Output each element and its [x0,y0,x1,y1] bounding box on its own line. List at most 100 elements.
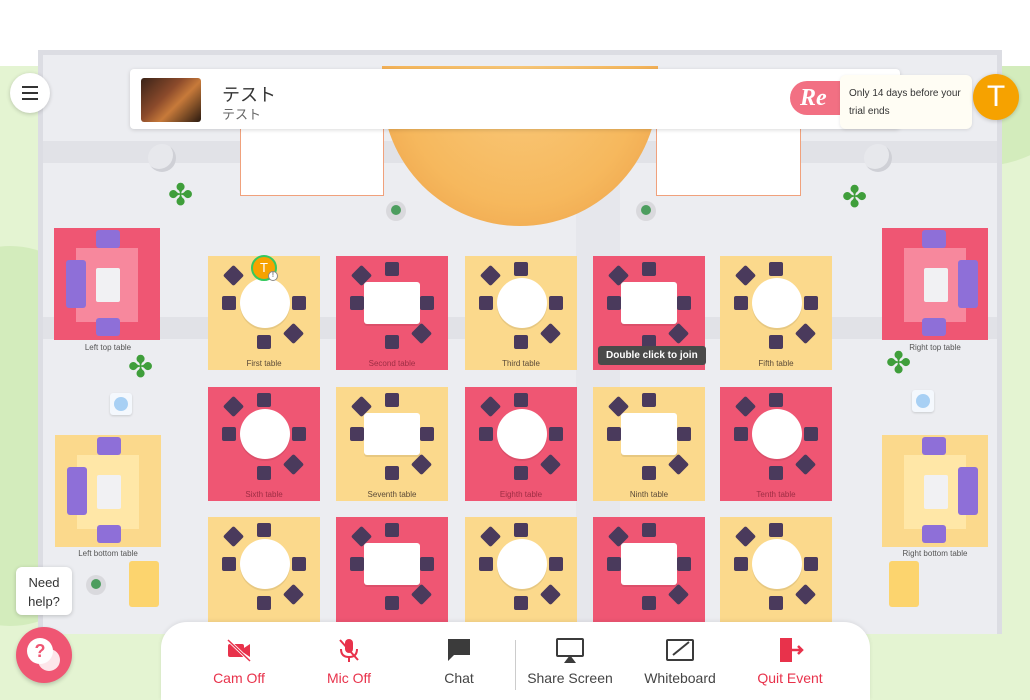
chair-icon [642,466,656,480]
table-label: Fifth table [758,359,794,368]
table-surface [497,278,547,328]
chair-icon [734,557,748,571]
table-8[interactable]: Eighth table [465,387,577,501]
whiteboard-button[interactable]: Whiteboard [630,636,730,686]
table-label: Seventh table [367,490,417,499]
side-table-label: Left bottom table [78,549,138,558]
sofa-icon [922,437,946,455]
chair-icon [804,427,818,441]
chair-icon [539,453,562,476]
side-table-left-top[interactable] [54,228,160,340]
sofa-icon [66,260,86,308]
chair-icon [514,393,528,407]
chair-icon [292,427,306,441]
table-2[interactable]: Second table [336,256,448,370]
mic-off-button[interactable]: Mic Off [299,636,399,686]
sofa-icon [958,260,978,308]
plant-icon: ✤ [842,181,868,214]
side-table-right-bottom[interactable] [882,435,988,547]
chair-icon [257,393,271,407]
side-table-left-bottom[interactable] [55,435,161,547]
chair-icon [642,596,656,610]
chat-icon [448,639,470,661]
control-bar: Cam Off Mic Off Chat Share Screen Whiteb… [161,622,870,700]
table-14[interactable] [593,517,705,631]
hamburger-menu-button[interactable] [10,73,50,113]
chair-icon [479,427,493,441]
table-surface [240,278,290,328]
chair-icon [549,296,563,310]
share-screen-icon [556,638,584,663]
chair-icon [222,557,236,571]
chair-icon [677,557,691,571]
user-avatar[interactable]: T [973,74,1019,120]
table-label: Ninth table [629,490,669,499]
side-table-surface [924,475,948,509]
chair-icon [549,427,563,441]
planter-icon [636,201,656,221]
sofa-icon [67,467,87,515]
quit-event-button[interactable]: Quit Event [740,636,840,686]
table-12[interactable] [336,517,448,631]
side-table-surface [924,268,948,302]
trial-notice: Only 14 days before your trial ends [840,75,972,129]
chair-icon [794,453,817,476]
table-surface [364,413,420,455]
table-6[interactable]: Sixth table [208,387,320,501]
chair-icon [222,264,245,287]
camera-off-icon [226,638,252,663]
chair-icon [420,296,434,310]
chat-button[interactable]: Chat [409,636,509,686]
chair-icon [292,296,306,310]
chair-icon [734,296,748,310]
whiteboard-icon [666,639,694,661]
table-surface [621,413,677,455]
chair-icon [385,262,399,276]
need-help-bubble: Need help? [16,567,72,615]
chair-icon [222,296,236,310]
side-table-surface [96,268,120,302]
chair-icon [539,322,562,345]
table-5[interactable]: Fifth table [720,256,832,370]
whiteboard-label: Whiteboard [644,670,716,686]
cam-off-button[interactable]: Cam Off [189,636,289,686]
sofa-icon [922,318,946,336]
chair-icon [667,322,690,345]
plant-icon: ✤ [128,351,154,384]
chair-icon [642,523,656,537]
chair-icon [350,557,364,571]
table-9[interactable]: Ninth table [593,387,705,501]
chair-icon [222,525,245,548]
side-table-label: Right bottom table [902,549,968,558]
share-screen-label: Share Screen [527,670,613,686]
chair-icon [257,523,271,537]
table-7[interactable]: Seventh table [336,387,448,501]
chair-icon [385,393,399,407]
table-15[interactable] [720,517,832,631]
side-table-surface [97,475,121,509]
help-button[interactable]: ? [16,627,72,683]
chair-icon [607,427,621,441]
chair-icon [642,393,656,407]
lamp-icon [148,144,176,172]
table-3[interactable]: Third table [465,256,577,370]
table-label: Tenth table [756,490,796,499]
table-11[interactable] [208,517,320,631]
participant-avatar[interactable]: T ! [251,255,278,281]
sofa-icon [97,525,121,543]
sofa-icon [922,230,946,248]
table-10[interactable]: Tenth table [720,387,832,501]
table-13[interactable] [465,517,577,631]
event-subtitle: テスト [222,107,262,122]
chair-icon [479,395,502,418]
chair-icon [514,523,528,537]
chair-icon [539,583,562,606]
planter-icon [386,201,406,221]
sofa-icon [97,437,121,455]
chair-icon [350,296,364,310]
share-screen-button[interactable]: Share Screen [520,636,620,686]
help-icon-glyph: ? [35,641,46,661]
side-table-right-top[interactable] [882,228,988,340]
join-tooltip: Double click to join [598,346,706,365]
event-header: テスト テスト Re [130,69,900,129]
